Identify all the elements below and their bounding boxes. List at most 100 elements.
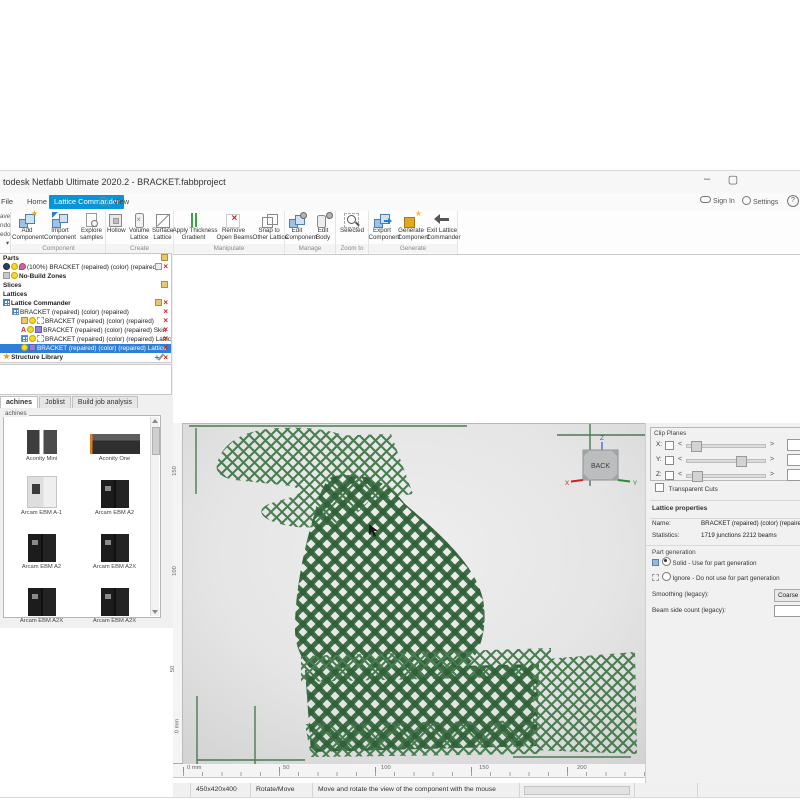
ribbon-button-hollow[interactable]: Hollow xyxy=(106,211,127,244)
machines-group-label: achines xyxy=(3,410,29,417)
tree-row-bracket-repaired-color-repaired-lattice[interactable]: BRACKET (repaired) (color) (repaired) La… xyxy=(0,344,171,353)
scrollbar-thumb[interactable] xyxy=(152,427,160,455)
folder-icon[interactable] xyxy=(161,282,169,289)
tree-row-bracket-repaired-color-repaired[interactable]: BRACKET (repaired) (color) (repaired)× xyxy=(0,308,171,317)
smoothing-dropdown[interactable]: Coarse xyxy=(774,589,800,602)
tree-row-lattice-commander[interactable]: Lattice Commander× xyxy=(0,299,171,308)
slider-increase-button[interactable]: > xyxy=(770,456,774,463)
export-component-icon xyxy=(372,212,392,228)
ribbon-button-selected[interactable]: Selected xyxy=(337,211,367,244)
close-icon[interactable]: × xyxy=(163,309,169,316)
machine-item-arcam-ebm-a2-4[interactable]: Arcam EBM A2 xyxy=(5,526,78,580)
tab-joblist[interactable]: Joblist xyxy=(39,396,71,408)
machine-name: Arcam EBM A2X xyxy=(78,618,151,624)
clip-value-input[interactable]: 0 xyxy=(787,469,800,481)
clip-x-checkbox[interactable] xyxy=(665,441,674,450)
clip-slider[interactable] xyxy=(686,444,766,448)
ribbon-button-apply-thickness-gradient[interactable]: Apply ThicknessGradient xyxy=(173,211,215,244)
maximize-button[interactable]: ▢ xyxy=(723,173,743,186)
tree-row-bracket-repaired-color-repaired-lattice[interactable]: BRACKET (repaired) (color) (repaired) La… xyxy=(0,335,171,344)
close-icon[interactable]: × xyxy=(163,318,169,325)
ribbon-button-export-component[interactable]: ExportComponent xyxy=(369,211,396,244)
folder-icon[interactable] xyxy=(161,255,169,262)
slider-decrease-button[interactable]: < xyxy=(678,456,682,463)
ribbon-group-label-manipulate: Manipulate xyxy=(174,244,284,253)
clip-plane-row-z: Z:<>0 xyxy=(651,468,800,483)
ribbon-button-generate-component[interactable]: ★GenerateComponent xyxy=(398,211,425,244)
transparent-cuts-checkbox[interactable] xyxy=(655,483,664,492)
tree-row-structure-library[interactable]: ★Structure Library+× xyxy=(0,353,171,362)
tree-row-parts[interactable]: Parts xyxy=(0,254,171,263)
ribbon-button-explore-samples[interactable]: Exploresamples xyxy=(78,211,105,244)
minimize-button[interactable]: – xyxy=(697,173,717,185)
machine-item-arcam-ebm-a2x-5[interactable]: Arcam EBM A2X xyxy=(78,526,151,580)
scroll-down-icon[interactable] xyxy=(152,610,158,614)
ribbon-button-volume-lattice[interactable]: ×VolumeLattice xyxy=(129,211,150,244)
tree-row-label: (100%) BRACKET (repaired) (color) (repai… xyxy=(27,264,158,271)
quick-access-ndo[interactable]: ndo xyxy=(0,221,10,230)
slider-thumb[interactable] xyxy=(691,441,702,452)
scroll-up-icon[interactable] xyxy=(152,419,158,423)
quick-access-expander-icon[interactable]: ▾ xyxy=(0,239,10,248)
ribbon-button-surface-lattice[interactable]: SurfaceLattice xyxy=(152,211,173,244)
tab-build-job-analysis[interactable]: Build job analysis xyxy=(72,396,138,408)
solid-radio[interactable] xyxy=(662,557,671,566)
clip-y-checkbox[interactable] xyxy=(665,456,674,465)
help-button[interactable]: ? xyxy=(787,195,799,207)
tab-file[interactable]: File xyxy=(0,195,18,209)
tree-row-no-build-zones[interactable]: No-Build Zones xyxy=(0,272,171,281)
close-icon[interactable]: × xyxy=(163,264,169,271)
close-icon[interactable]: × xyxy=(163,345,169,352)
machine-list-scrollbar[interactable] xyxy=(150,417,159,616)
search-icon[interactable] xyxy=(99,197,108,206)
tab-view[interactable]: View xyxy=(108,195,134,209)
beam-side-count-input[interactable] xyxy=(774,605,800,617)
tab-home[interactable]: Home xyxy=(22,195,52,209)
slider-increase-button[interactable]: > xyxy=(770,441,774,448)
clip-z-checkbox[interactable] xyxy=(665,471,674,480)
machine-item-arcam-ebm-a2x-6[interactable]: Arcam EBM A2X xyxy=(5,580,78,634)
tree-row-bracket-repaired-color-repaired[interactable]: BRACKET (repaired) (color) (repaired)× xyxy=(0,317,171,326)
ribbon-button-import-component[interactable]: ImportComponent xyxy=(44,211,76,244)
edit-body-icon xyxy=(313,212,333,228)
clip-value-input[interactable]: 204 xyxy=(787,454,800,466)
machine-item-arcam-ebm-a-1-2[interactable]: Arcam EBM A-1 xyxy=(5,472,78,526)
close-icon[interactable]: × xyxy=(163,336,169,343)
name-value: BRACKET (repaired) (color) (repaired) La… xyxy=(701,520,800,527)
tree-row-slices[interactable]: Slices xyxy=(0,281,171,290)
ribbon-button-edit-component[interactable]: EditComponent xyxy=(285,211,309,244)
ribbon-button-add-component[interactable]: ★AddComponent xyxy=(12,211,42,244)
slider-thumb[interactable] xyxy=(692,471,703,482)
viewport-3d[interactable]: BACK Z X Y xyxy=(183,423,645,763)
machine-item-arcam-ebm-a2x-7[interactable]: Arcam EBM A2X xyxy=(78,580,151,634)
tree-row-bracket-repaired-color-repaired-skin[interactable]: ABRACKET (repaired) (color) (repaired) S… xyxy=(0,326,171,335)
ribbon-button-edit-body[interactable]: EditBody xyxy=(311,211,335,244)
quick-access-ave[interactable]: ave xyxy=(0,212,10,221)
tree-row-lattices[interactable]: Lattices xyxy=(0,290,171,299)
clip-slider[interactable] xyxy=(686,459,766,463)
quick-access-edo[interactable]: edo xyxy=(0,230,10,239)
machine-item-aconity-mini-0[interactable]: Aconity Mini xyxy=(5,418,78,472)
clip-value-input[interactable]: 0 xyxy=(787,439,800,451)
ignore-radio[interactable] xyxy=(662,572,671,581)
machine-item-arcam-ebm-a2-3[interactable]: Arcam EBM A2 xyxy=(78,472,151,526)
machine-item-aconity-one-1[interactable]: Aconity One xyxy=(78,418,151,472)
slider-thumb[interactable] xyxy=(736,456,747,467)
tree-row-100-bracket-repaired-color-repaired[interactable]: (100%) BRACKET (repaired) (color) (repai… xyxy=(0,263,171,272)
slider-decrease-button[interactable]: < xyxy=(678,441,682,448)
ribbon-button-exit-lattice-commander[interactable]: Exit LatticeCommander xyxy=(427,211,458,244)
sign-in-button[interactable]: Sign In xyxy=(700,196,735,205)
slider-increase-button[interactable]: > xyxy=(770,471,774,478)
machine-thumbnail xyxy=(5,472,78,508)
ribbon-group-label-zoom-to: Zoom to xyxy=(336,244,368,253)
thickness-gradient-icon xyxy=(184,212,204,228)
close-icon[interactable]: × xyxy=(163,300,169,307)
ribbon-button-remove-open-beams[interactable]: ×RemoveOpen Beams xyxy=(217,211,251,244)
clip-slider[interactable] xyxy=(686,474,766,478)
ribbon-button-snap-to-other-lattice[interactable]: Snap toOther Lattice xyxy=(253,211,286,244)
close-icon[interactable]: × xyxy=(163,327,169,334)
tab-achines[interactable]: achines xyxy=(0,396,38,408)
settings-button[interactable]: Settings xyxy=(742,196,778,206)
close-icon[interactable]: × xyxy=(163,355,169,362)
slider-decrease-button[interactable]: < xyxy=(678,471,682,478)
